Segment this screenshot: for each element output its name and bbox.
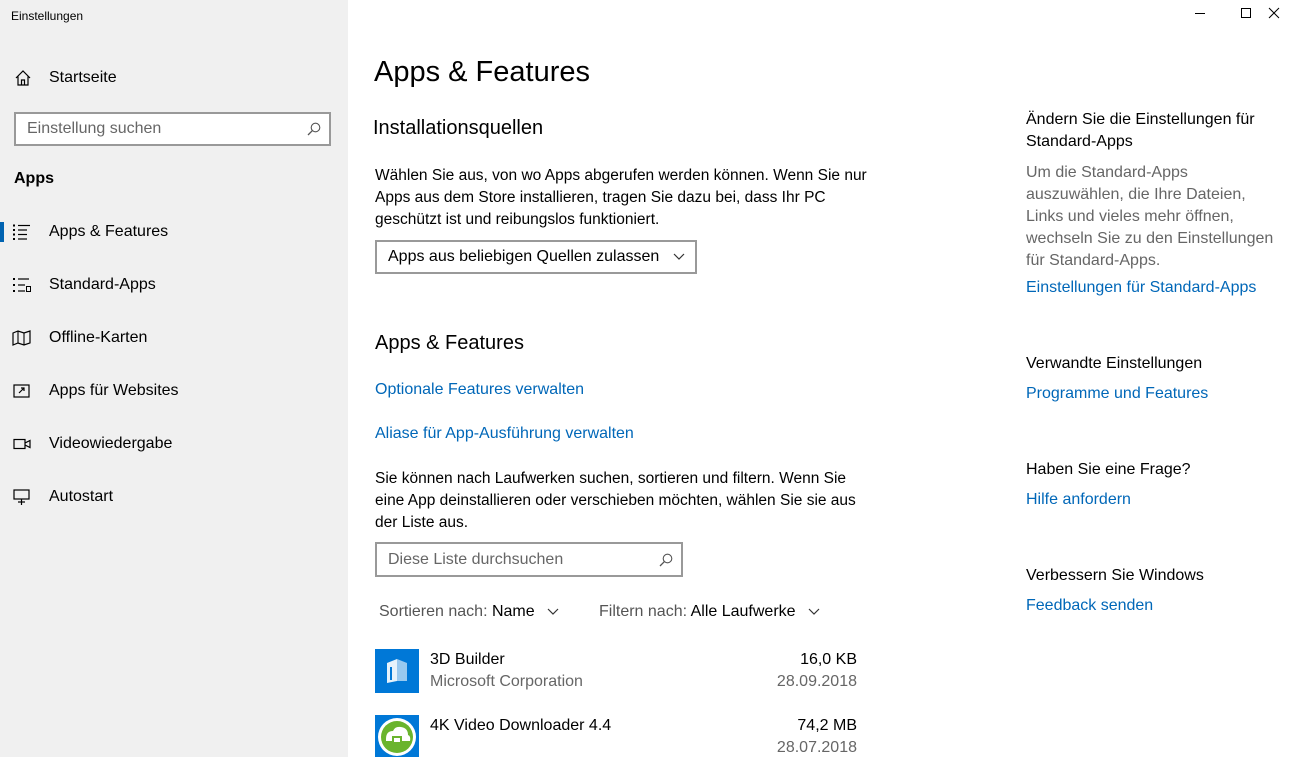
dropdown-value: Apps aus beliebigen Quellen zulassen xyxy=(388,248,660,265)
apps-features-heading: Apps & Features xyxy=(375,332,524,354)
sidebar-item-apps-features[interactable]: Apps & Features xyxy=(0,212,348,252)
improve-windows-heading: Verbessern Sie Windows xyxy=(1026,567,1204,584)
close-icon xyxy=(1268,7,1280,19)
sidebar-section-heading: Apps xyxy=(14,170,54,187)
home-label: Startseite xyxy=(49,69,117,86)
app-list-item[interactable]: 3D Builder Microsoft Corporation 16,0 KB… xyxy=(375,649,860,709)
sidebar-item-label: Autostart xyxy=(49,488,114,505)
sidebar-item-offline-maps[interactable]: Offline-Karten xyxy=(0,318,348,358)
sidebar-item-apps-websites[interactable]: Apps für Websites xyxy=(0,371,348,411)
startup-icon xyxy=(13,489,30,505)
window-title: Einstellungen xyxy=(11,9,84,23)
filter-value: Alle Laufwerke xyxy=(690,603,796,620)
sidebar-item-label: Apps für Websites xyxy=(49,382,179,399)
feedback-link[interactable]: Feedback senden xyxy=(1026,597,1153,615)
install-sources-dropdown[interactable]: Apps aus beliebigen Quellen zulassen xyxy=(375,240,697,274)
sidebar-item-video-playback[interactable]: Videowiedergabe xyxy=(0,424,348,464)
sidebar: Einstellungen Startseite Apps Apps & Fea… xyxy=(0,0,348,757)
apps-list-icon xyxy=(13,224,30,240)
settings-search-box[interactable] xyxy=(14,112,331,146)
home-nav-item[interactable]: Startseite xyxy=(0,60,348,96)
home-icon xyxy=(15,70,31,86)
settings-search-input[interactable] xyxy=(16,114,296,144)
default-apps-heading: Ändern Sie die Einstellungen für Standar… xyxy=(1026,111,1255,150)
sidebar-item-standard-apps[interactable]: Standard-Apps xyxy=(0,265,348,305)
filter-label: Filtern nach: xyxy=(599,603,688,620)
sidebar-item-label: Videowiedergabe xyxy=(49,435,173,452)
app-list-item[interactable]: 4K Video Downloader 4.4 74,2 MB 28.07.20… xyxy=(375,715,860,757)
app-name: 4K Video Downloader 4.4 xyxy=(430,717,612,734)
page-title: Apps & Features xyxy=(374,56,590,88)
app-size: 74,2 MB xyxy=(797,717,857,734)
related-settings-heading: Verwandte Einstellungen xyxy=(1026,355,1203,372)
map-icon xyxy=(12,330,31,346)
chevron-down-icon xyxy=(808,608,820,615)
get-help-link[interactable]: Hilfe anfordern xyxy=(1026,491,1131,509)
app-name: 3D Builder xyxy=(430,651,505,668)
default-apps-icon xyxy=(13,278,31,292)
app-date: 28.09.2018 xyxy=(776,673,857,690)
app-size: 16,0 KB xyxy=(800,651,857,668)
close-button[interactable] xyxy=(1251,0,1297,30)
sidebar-item-label: Offline-Karten xyxy=(49,329,148,346)
filter-dropdown[interactable]: Filtern nach: Alle Laufwerke xyxy=(599,603,820,621)
minimize-icon xyxy=(1195,13,1205,14)
chevron-down-icon xyxy=(673,253,685,260)
question-heading: Haben Sie eine Frage? xyxy=(1026,461,1191,478)
sidebar-item-autostart[interactable]: Autostart xyxy=(0,477,348,517)
sort-label: Sortieren nach: xyxy=(379,603,488,620)
minimize-button[interactable] xyxy=(1177,0,1223,30)
open-web-icon xyxy=(13,384,30,398)
app-list-search-box[interactable] xyxy=(375,542,683,577)
app-publisher: Microsoft Corporation xyxy=(430,673,583,690)
4k-video-downloader-icon xyxy=(375,715,419,757)
video-icon xyxy=(13,438,31,450)
sort-dropdown[interactable]: Sortieren nach: Name xyxy=(379,603,559,621)
sort-value: Name xyxy=(491,603,535,620)
search-icon[interactable] xyxy=(659,553,673,567)
3d-builder-icon xyxy=(375,649,419,693)
apps-list-description: Sie können nach Laufwerken suchen, sorti… xyxy=(375,470,856,531)
sidebar-item-label: Standard-Apps xyxy=(49,276,156,293)
optional-features-link[interactable]: Optionale Features verwalten xyxy=(375,381,584,399)
default-apps-settings-link[interactable]: Einstellungen für Standard-Apps xyxy=(1026,279,1256,297)
sidebar-item-label: Apps & Features xyxy=(49,223,169,240)
app-date: 28.07.2018 xyxy=(776,739,857,756)
install-sources-description: Wählen Sie aus, von wo Apps abgerufen we… xyxy=(375,167,867,228)
programs-features-link[interactable]: Programme und Features xyxy=(1026,385,1208,403)
search-icon[interactable] xyxy=(307,122,321,136)
default-apps-description: Um die Standard-Apps auszuwählen, die Ih… xyxy=(1026,164,1274,269)
install-sources-heading: Installationsquellen xyxy=(373,117,544,139)
app-aliases-link[interactable]: Aliase für App-Ausführung verwalten xyxy=(375,425,634,443)
chevron-down-icon xyxy=(547,608,559,615)
app-list-search-input[interactable] xyxy=(377,544,647,575)
